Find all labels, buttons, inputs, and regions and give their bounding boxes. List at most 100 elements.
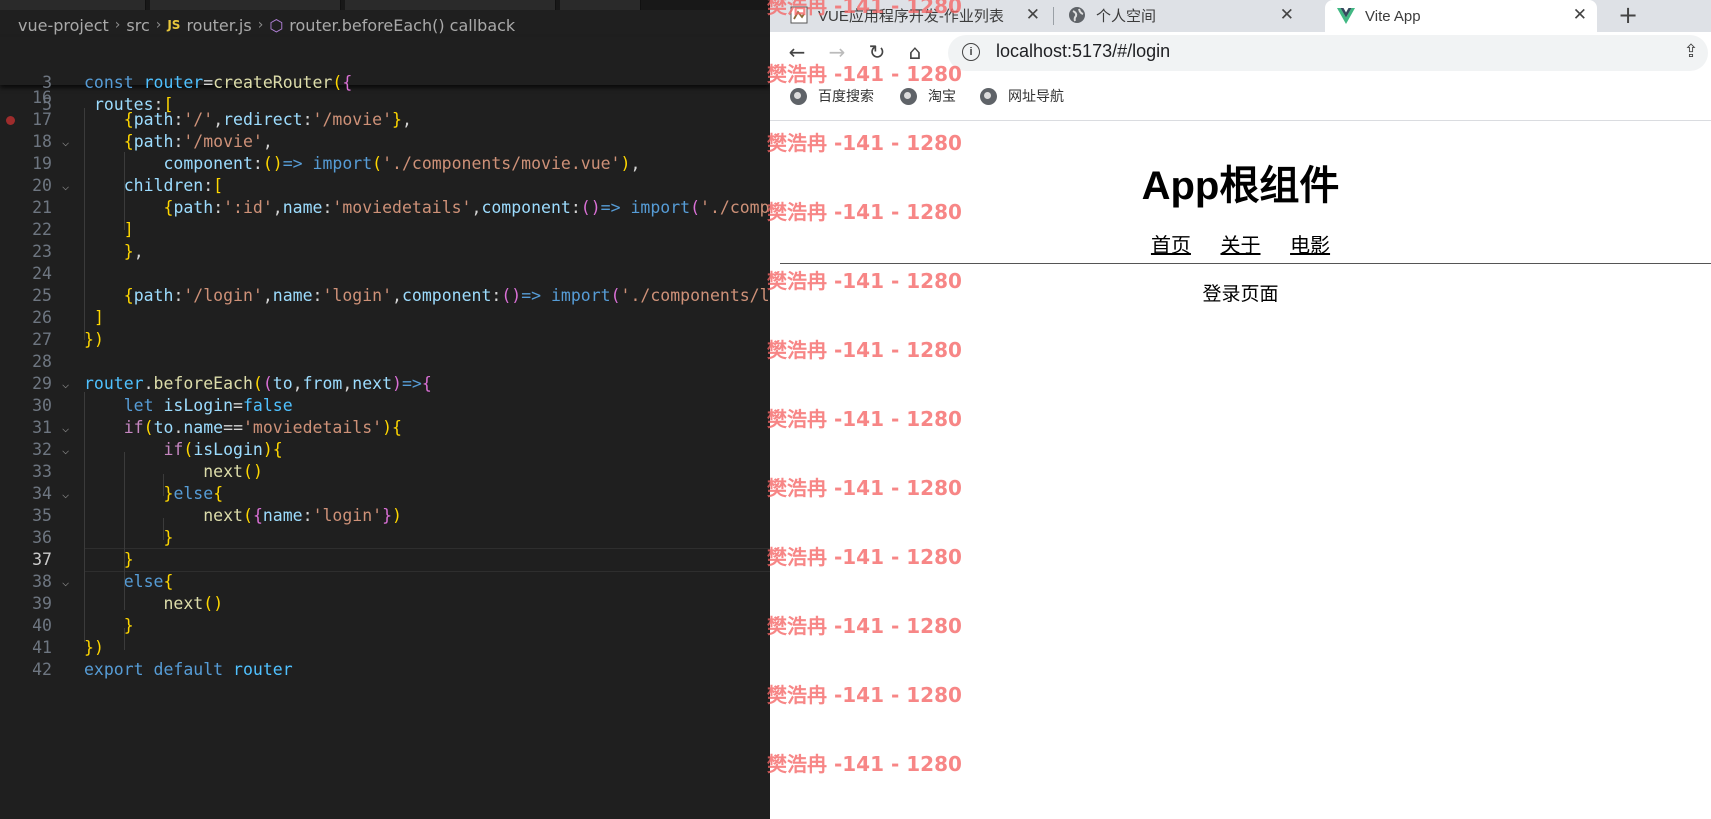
nav-link-movie[interactable]: 电影 [1290,235,1330,257]
code-line[interactable]: 25 {path:'/login',name:'login',component… [0,284,770,308]
indent-guide [163,474,164,496]
code-line[interactable]: 24 [0,262,770,286]
bookmark-label: 百度搜索 [818,88,874,104]
code-line[interactable]: 38 ⌵ else{ [0,570,770,594]
fold-chevron-icon[interactable]: ⌵ [62,482,69,506]
bookmark-baidu[interactable]: 百度搜索 [790,86,874,106]
nav-link-home[interactable]: 首页 [1151,235,1191,257]
close-tab-icon[interactable]: ✕ [1026,5,1040,25]
code-text: component:()=> import('./components/movi… [163,154,641,173]
tab-title: 个人空间 [1096,7,1157,25]
watermark-text: 樊浩冉 -141 - 1280 [767,131,962,155]
code-line[interactable]: 30 let isLogin=false [0,394,770,418]
code-line[interactable]: 41}) [0,636,770,660]
line-number: 33 [32,462,52,481]
line-number: 36 [32,528,52,547]
code-line[interactable]: 31 ⌵ if(to.name=='moviedetails'){ [0,416,770,440]
code-line[interactable]: 28 [0,350,770,374]
watermark-text: 樊浩冉 -141 - 1280 [767,200,962,224]
globe-icon [900,87,917,105]
code-text: next({name:'login'}) [203,506,402,525]
code-line[interactable]: 5 routes:[ [0,93,770,117]
code-text: routes:[ [93,95,174,114]
bookmark-label: 淘宝 [928,88,956,104]
line-number: 25 [32,286,52,305]
code-text: {path:'/movie', [123,132,273,151]
code-line[interactable]: 33 next() [0,460,770,484]
fold-chevron-icon[interactable]: ⌵ [62,416,69,440]
code-line[interactable]: 32 ⌵ if(isLogin){ [0,438,770,462]
fold-chevron-icon[interactable]: ⌵ [62,570,69,594]
breadcrumb-project[interactable]: vue-project [18,16,109,35]
line-number: 34 [32,484,52,503]
method-cube-icon: ⬡ [269,15,284,35]
code-line[interactable]: 3 const router=createRouter({ [0,71,770,95]
fold-chevron-icon[interactable]: ⌵ [62,372,69,396]
code-text: }else{ [163,484,224,503]
watermark-text: 樊浩冉 -141 - 1280 [767,752,962,776]
breadcrumb-symbol[interactable]: router.beforeEach() callback [289,16,515,35]
fold-chevron-icon[interactable]: ⌵ [62,438,69,462]
code-line[interactable]: 27}) [0,328,770,352]
router-nav: 首页 关于 电影 [770,229,1711,258]
page-content: App根组件 首页 关于 电影 登录页面 [770,121,1711,819]
bookmark-label: 网址导航 [1008,88,1064,104]
code-line[interactable]: 22 ] [0,218,770,242]
code-editor[interactable]: vue-project › src › JS router.js › ⬡ rou… [0,0,770,819]
new-tab-button[interactable]: + [1618,1,1638,29]
line-number: 38 [32,572,52,591]
code-line[interactable]: 37 } [0,548,770,572]
code-text: if(to.name=='moviedetails'){ [123,418,402,437]
code-text: }, [123,242,144,261]
bookmark-taobao[interactable]: 淘宝 [900,86,956,106]
code-line[interactable]: 18 ⌵ {path:'/movie', [0,130,770,154]
watermark-text: 樊浩冉 -141 - 1280 [767,545,962,569]
code-line[interactable]: 23 }, [0,240,770,264]
code-line[interactable]: 21 {path:':id',name:'moviedetails',compo… [0,196,770,220]
breadcrumb-file[interactable]: router.js [186,16,251,35]
code-line[interactable]: 29 ⌵ router.beforeEach((to,from,next)=>{ [0,372,770,396]
code-text: {path:':id',name:'moviedetails',componen… [163,198,771,217]
address-bar[interactable]: i localhost:5173/#/login [948,35,1708,71]
line-number: 23 [32,242,52,261]
url-text[interactable]: localhost:5173/#/login [996,41,1170,62]
code-text: let isLogin=false [123,396,293,415]
globe-icon [980,87,997,105]
code-line[interactable]: 36 } [0,526,770,550]
tab-personal-space[interactable]: 个人空间 ✕ [1068,0,1304,30]
nav-link-about[interactable]: 关于 [1221,235,1261,257]
line-number: 41 [32,638,52,657]
line-number: 30 [32,396,52,415]
close-tab-icon[interactable]: ✕ [1573,5,1587,25]
fold-chevron-icon[interactable]: ⌵ [62,174,69,198]
code-text: else{ [123,572,174,591]
code-line[interactable]: 39 next() [0,592,770,616]
code-line[interactable]: 35 next({name:'login'}) [0,504,770,528]
code-line[interactable]: 34 ⌵ }else{ [0,482,770,506]
fold-chevron-icon[interactable]: ⌵ [62,130,69,154]
share-icon[interactable]: ⇪ [1678,39,1704,65]
watermark-text: 樊浩冉 -141 - 1280 [767,614,962,638]
line-number: 3 [42,73,52,92]
code-line[interactable]: 42 export default router [0,658,770,682]
breadcrumb-src[interactable]: src [126,16,149,35]
code-line[interactable]: 19 component:()=> import('./components/m… [0,152,770,176]
line-number: 19 [32,154,52,173]
watermark-text: 樊浩冉 -141 - 1280 [767,683,962,707]
watermark-text: 樊浩冉 -141 - 1280 [767,476,962,500]
info-icon[interactable]: i [962,43,980,61]
indent-guide [84,392,85,642]
code-text: export default router [84,660,293,679]
code-line[interactable]: 20 ⌵ children:[ [0,174,770,198]
code-line[interactable]: 40 } [0,614,770,638]
line-number: 37 [32,550,52,569]
watermark-text: 樊浩冉 -141 - 1280 [767,407,962,431]
watermark-text: 樊浩冉 -141 - 1280 [767,269,962,293]
code-text: } [123,616,134,635]
tab-vite-app[interactable]: Vite App ✕ [1325,0,1597,32]
code-line[interactable]: 26 ] [0,306,770,330]
sticky-scroll-header[interactable]: 3 const router=createRouter({5 routes:[ [0,37,770,114]
line-number: 31 [32,418,52,437]
close-tab-icon[interactable]: ✕ [1280,5,1294,25]
bookmark-nav[interactable]: 网址导航 [980,86,1064,106]
